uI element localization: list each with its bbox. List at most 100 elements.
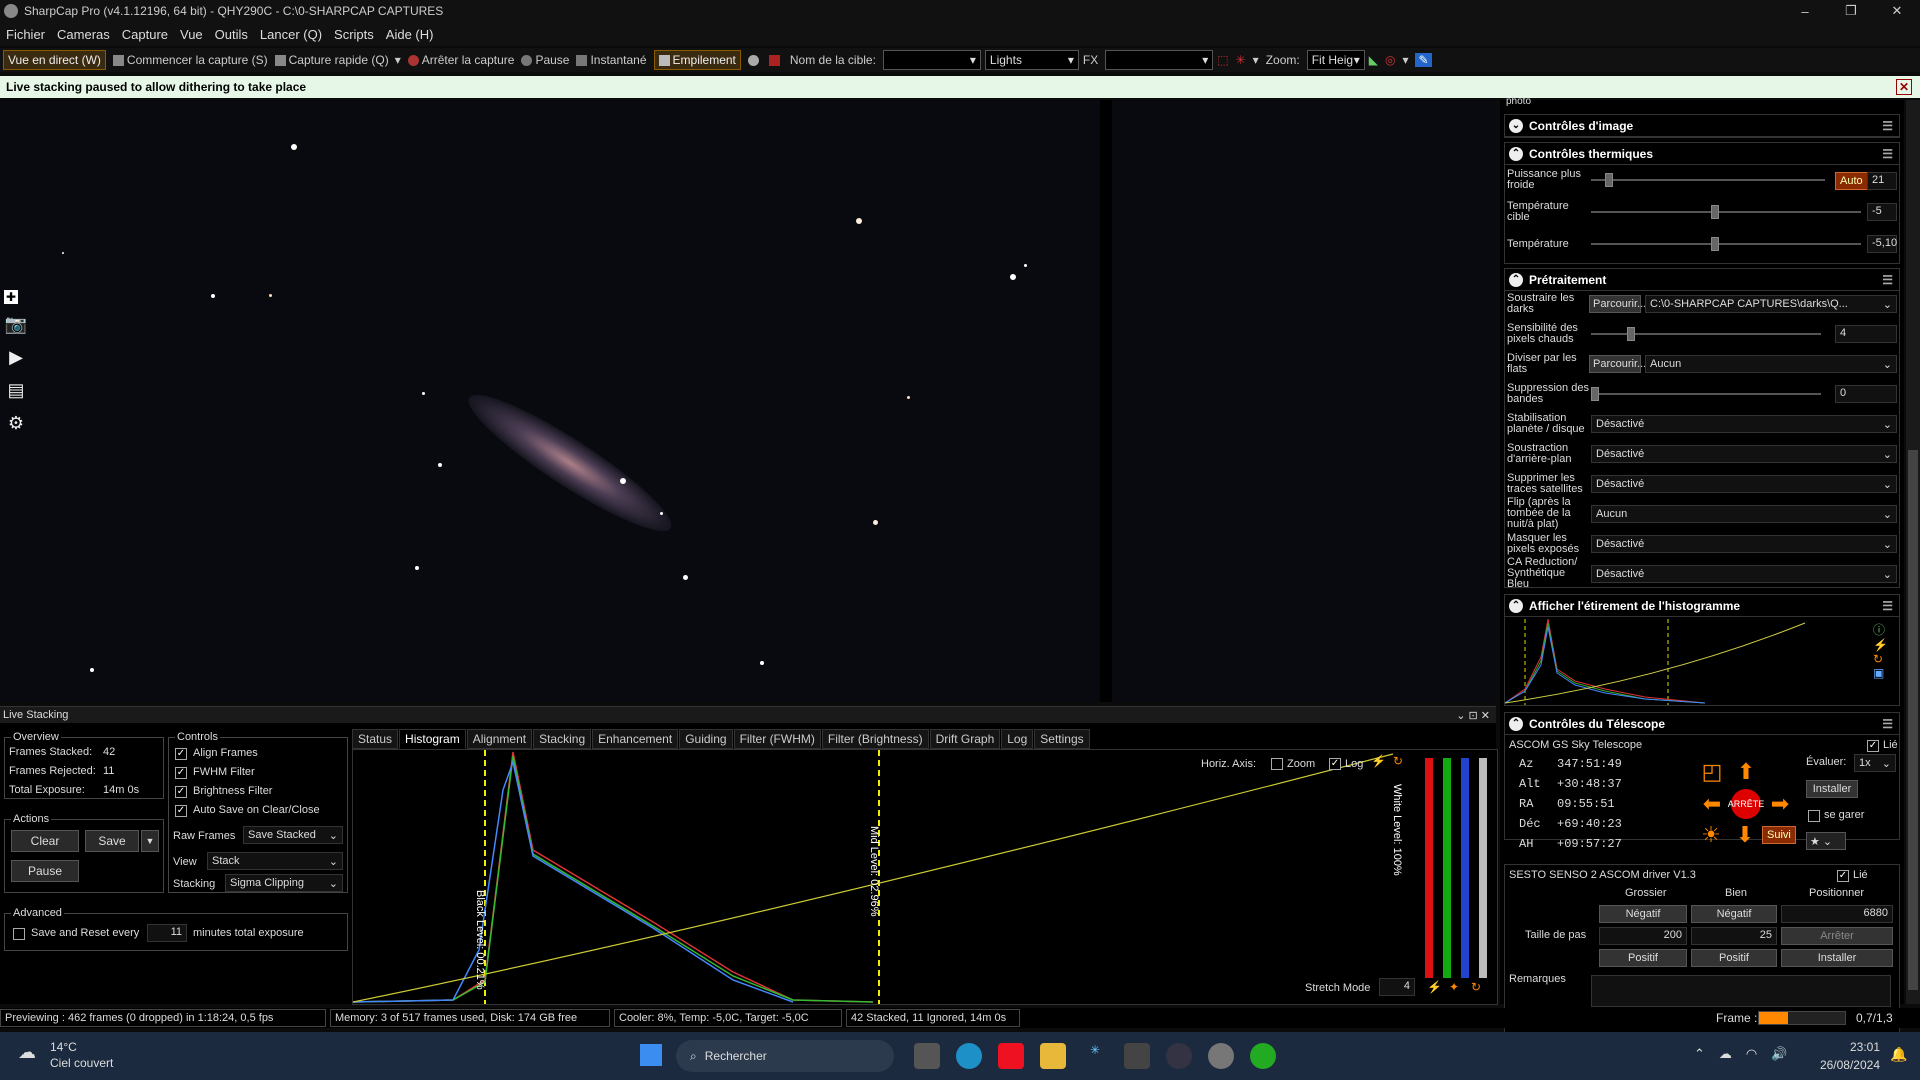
darks-browse-button[interactable]: Parcourir...: [1589, 295, 1646, 313]
minimize-button[interactable]: –: [1782, 0, 1828, 22]
maximize-button[interactable]: ❐: [1828, 0, 1874, 22]
polar-align-icon[interactable]: ✎: [1415, 53, 1432, 67]
frame-type-select[interactable]: Lights ▾: [984, 50, 1079, 70]
view-select[interactable]: Stack ⌄: [207, 852, 343, 870]
clock-time[interactable]: 23:01: [1826, 1040, 1880, 1054]
chevron-up-icon[interactable]: ⌃: [1509, 146, 1523, 161]
chevron-down-icon[interactable]: ⌄: [1509, 118, 1523, 133]
chevron-up-icon[interactable]: ⌃: [1509, 272, 1523, 287]
hamburger-icon[interactable]: ☰: [1882, 147, 1893, 161]
reticle-icon[interactable]: ⬚: [1217, 53, 1228, 67]
coarse-step-input[interactable]: 200: [1599, 927, 1687, 945]
log-checkbox[interactable]: ✓: [1329, 758, 1341, 770]
hamburger-icon[interactable]: ☰: [1882, 717, 1893, 731]
focuser-linked-checkbox[interactable]: ✓: [1837, 870, 1849, 882]
snapshot-button[interactable]: Instantané: [576, 53, 647, 67]
stretch-mode-input[interactable]: 4: [1379, 978, 1415, 996]
cooler-power-slider[interactable]: [1591, 173, 1825, 187]
menu-vue[interactable]: Vue: [180, 27, 203, 42]
quick-capture-button[interactable]: Capture rapide (Q) ▾: [274, 53, 401, 67]
tab-histogram[interactable]: Histogram: [399, 729, 466, 749]
gallery-icon[interactable]: ▤: [4, 378, 28, 402]
stacking-button[interactable]: Empilement: [653, 50, 741, 70]
tab-filter-brightness[interactable]: Filter (Brightness): [821, 729, 929, 749]
menu-outils[interactable]: Outils: [215, 27, 248, 42]
ca-reduction-select[interactable]: Désactivé ⌄: [1591, 565, 1897, 583]
flats-select[interactable]: Aucun ⌄: [1645, 355, 1897, 373]
rate-select[interactable]: 1x ⌄: [1854, 754, 1896, 772]
close-window-button[interactable]: ✕: [1874, 0, 1920, 22]
zoom-select[interactable]: Fit Heig ▾: [1306, 50, 1365, 70]
luminance-level-slider[interactable]: [1479, 758, 1487, 978]
tab-filter-fwhm[interactable]: Filter (FWHM): [733, 729, 821, 749]
tab-settings[interactable]: Settings: [1034, 729, 1090, 749]
hot-pixels-slider[interactable]: [1591, 327, 1821, 341]
video-camera-icon[interactable]: ▶: [4, 345, 28, 369]
cooler-auto-button[interactable]: Auto: [1835, 172, 1868, 190]
park-checkbox[interactable]: [1808, 810, 1820, 822]
save-reset-checkbox[interactable]: [13, 928, 25, 940]
camera-icon[interactable]: 📷: [4, 312, 28, 336]
stacking-method-select[interactable]: Sigma Clipping ⌄: [225, 874, 343, 892]
tracking-button[interactable]: Suivi: [1762, 826, 1796, 844]
fine-negative-button[interactable]: Négatif: [1691, 905, 1777, 923]
wifi-icon[interactable]: ◠: [1746, 1046, 1757, 1062]
star-icon[interactable]: ✦: [1449, 980, 1459, 994]
windows-start-icon[interactable]: [640, 1044, 662, 1066]
lightning-icon[interactable]: ⚡: [1873, 638, 1888, 652]
gear-icon[interactable]: ⚙: [4, 411, 28, 435]
close-notification-button[interactable]: ✕: [1896, 79, 1912, 95]
file-explorer-icon[interactable]: [1040, 1043, 1066, 1069]
remarks-input[interactable]: [1591, 975, 1891, 1007]
menu-scripts[interactable]: Scripts: [334, 27, 374, 42]
chevron-up-icon[interactable]: ⌃: [1509, 716, 1523, 731]
cooler-power-value[interactable]: 21: [1867, 172, 1897, 190]
cloud-sync-icon[interactable]: ☁: [1719, 1046, 1732, 1062]
tab-log[interactable]: Log: [1001, 729, 1034, 749]
telescope-setup-button[interactable]: Installer: [1806, 780, 1858, 798]
snowflake-app-icon[interactable]: ✳: [1082, 1043, 1108, 1069]
raw-frames-select[interactable]: Save Stacked ⌄: [243, 826, 343, 844]
menu-fichier[interactable]: Fichier: [6, 27, 45, 42]
menu-lancer[interactable]: Lancer (Q): [260, 27, 322, 42]
menu-capture[interactable]: Capture: [122, 27, 168, 42]
tab-enhancement[interactable]: Enhancement: [592, 729, 679, 749]
live-view-button[interactable]: Vue en direct (W): [3, 50, 106, 70]
flats-browse-button[interactable]: Parcourir...: [1589, 355, 1646, 373]
live-image-view[interactable]: [0, 100, 1496, 702]
reset-icon[interactable]: ↻: [1471, 980, 1481, 994]
stack-histogram[interactable]: Black Level: 00.21% Mid Level: 02.96% Ho…: [352, 749, 1498, 1005]
stabilization-select[interactable]: Désactivé ⌄: [1591, 415, 1897, 433]
chevron-down-icon[interactable]: ▾: [395, 53, 401, 67]
arrow-down-icon[interactable]: ⬇: [1730, 820, 1760, 850]
edge-icon[interactable]: [956, 1043, 982, 1069]
menu-cameras[interactable]: Cameras: [57, 27, 110, 42]
target-icon[interactable]: [768, 54, 783, 66]
chevron-up-icon[interactable]: ⌃: [1509, 598, 1523, 613]
tab-guiding[interactable]: Guiding: [679, 729, 733, 749]
red-level-slider[interactable]: [1425, 758, 1433, 978]
panel-close-icon[interactable]: ⌄ ⊡ ✕: [1456, 709, 1490, 722]
clock-date[interactable]: 26/08/2024: [1806, 1058, 1880, 1072]
start-capture-button[interactable]: Commencer la capture (S): [112, 53, 268, 67]
crosshair-icon[interactable]: ✳: [1236, 53, 1246, 67]
cloud-icon[interactable]: ☁: [18, 1042, 36, 1063]
pause-button[interactable]: Pause: [521, 53, 569, 67]
lightning-icon[interactable]: ⚡: [1371, 754, 1386, 768]
banding-value[interactable]: 0: [1835, 385, 1897, 403]
darks-file-select[interactable]: C:\0-SHARPCAP CAPTURES\darks\Q... ⌄: [1645, 295, 1897, 313]
reset-icon[interactable]: ↻: [1393, 754, 1403, 768]
phd2-icon[interactable]: [1250, 1043, 1276, 1069]
focuser-setup-button[interactable]: Installer: [1781, 949, 1893, 967]
save-options-dropdown[interactable]: ▼: [141, 830, 159, 852]
vivaldi-icon[interactable]: [998, 1043, 1024, 1069]
save-icon[interactable]: ▣: [1873, 666, 1887, 680]
task-view-icon[interactable]: [914, 1043, 940, 1069]
target-name-input[interactable]: ▾: [882, 50, 981, 70]
sun-icon[interactable]: ☀: [1696, 820, 1726, 850]
fx-select[interactable]: ▾: [1105, 50, 1214, 70]
tab-stacking[interactable]: Stacking: [533, 729, 592, 749]
star-icon[interactable]: ★ ⌄: [1806, 832, 1846, 850]
align-frames-checkbox[interactable]: ✓: [175, 748, 187, 760]
speaker-icon[interactable]: 🔊: [1771, 1046, 1787, 1062]
